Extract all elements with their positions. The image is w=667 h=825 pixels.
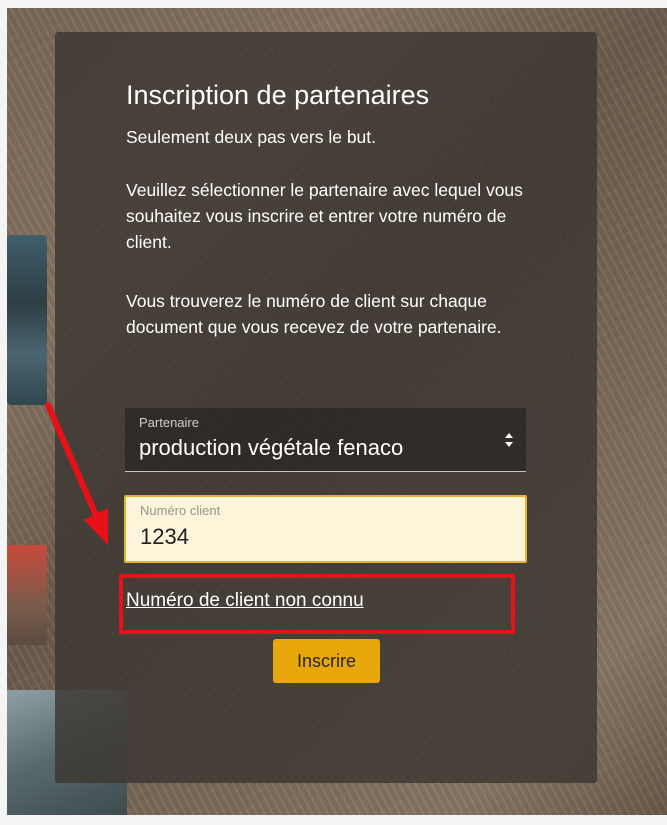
screenshot-border-top xyxy=(0,0,667,8)
screenshot-border-bottom xyxy=(0,815,667,825)
submit-button[interactable]: Inscrire xyxy=(273,639,380,683)
customer-number-hint: Vous trouverez le numéro de client sur c… xyxy=(126,291,502,337)
partner-select-label: Partenaire xyxy=(139,415,199,430)
partner-select[interactable]: Partenaire production végétale fenaco xyxy=(125,408,526,472)
background-machine-left xyxy=(7,235,47,405)
customer-number-field[interactable]: Numéro client 1234 xyxy=(124,495,527,563)
instructions-paragraph: Veuillez sélectionner le partenaire avec… xyxy=(126,180,523,252)
background-machine-red xyxy=(7,545,47,645)
select-arrows-icon xyxy=(505,433,513,447)
customer-number-value: 1234 xyxy=(140,524,189,549)
customer-number-label: Numéro client xyxy=(140,503,221,518)
partner-select-value: production végétale fenaco xyxy=(139,435,404,460)
subtitle: Seulement deux pas vers le but. xyxy=(126,127,377,147)
page-title: Inscription de partenaires xyxy=(126,80,430,110)
highlight-box-annotation xyxy=(119,574,515,634)
screenshot-border-left xyxy=(0,0,7,825)
